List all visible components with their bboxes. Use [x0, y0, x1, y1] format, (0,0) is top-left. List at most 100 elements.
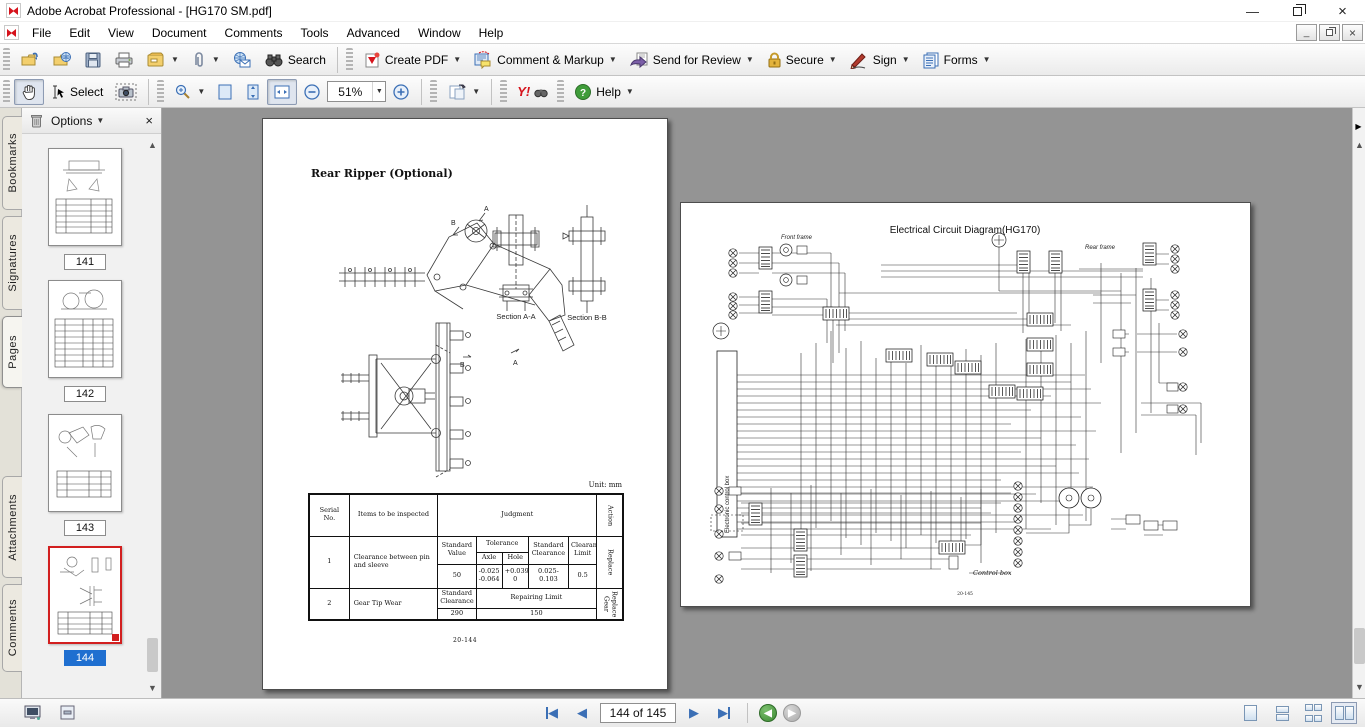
- cell-item-2: Gear Tip Wear: [349, 588, 438, 620]
- zoom-out-button[interactable]: [297, 79, 327, 105]
- document-scrollbar[interactable]: ▶ ▲ ▼: [1352, 108, 1365, 698]
- scroll-thumb[interactable]: [1354, 628, 1365, 664]
- doc-restore-button[interactable]: [1319, 24, 1340, 41]
- fit-height-button[interactable]: [239, 79, 267, 105]
- email-button[interactable]: [226, 47, 258, 73]
- zoom-tool-button[interactable]: ▼: [168, 79, 211, 105]
- yahoo-search-button[interactable]: Y!: [511, 79, 554, 105]
- panel-scroll-down-icon[interactable]: ▼: [146, 681, 159, 694]
- menu-tools[interactable]: Tools: [292, 24, 338, 42]
- zoom-level-combobox[interactable]: 51% ▼: [327, 81, 386, 102]
- document-page-145[interactable]: Electrical Circuit Diagram(HG170) Front …: [680, 202, 1251, 607]
- tab-bookmarks[interactable]: Bookmarks: [2, 116, 22, 210]
- cell-std-clearance-h: Standard Clearance: [528, 536, 568, 564]
- page-number-141[interactable]: 141: [64, 254, 106, 270]
- menu-edit[interactable]: Edit: [60, 24, 99, 42]
- attach-button[interactable]: ▼: [185, 47, 226, 73]
- sign-button[interactable]: Sign ▼: [843, 47, 916, 73]
- page-number-142[interactable]: 142: [64, 386, 106, 402]
- open-button[interactable]: [14, 47, 46, 73]
- menu-view[interactable]: View: [99, 24, 143, 42]
- page-number-field[interactable]: 144 of 145: [600, 703, 676, 723]
- tab-comments[interactable]: Comments: [2, 584, 22, 672]
- toolbar-grip[interactable]: [157, 80, 164, 104]
- thumbnail-art-143: [49, 415, 119, 509]
- zoom-level-caret[interactable]: ▼: [372, 82, 385, 101]
- open-web-button[interactable]: [46, 47, 78, 73]
- page-thumbnail-141[interactable]: [48, 148, 122, 246]
- page-display-button[interactable]: ▼: [441, 79, 486, 105]
- previous-view-button[interactable]: ◀: [759, 704, 777, 722]
- cell-std-clearance-1: 0.025- 0.103: [528, 564, 568, 588]
- create-pdf-button[interactable]: Create PDF ▼: [357, 47, 467, 73]
- panel-scroll-up-icon[interactable]: ▲: [146, 138, 159, 151]
- select-tool-button[interactable]: Select: [44, 79, 109, 105]
- page-thumbnail-144[interactable]: [48, 546, 122, 644]
- continuous-button[interactable]: [1269, 702, 1295, 724]
- page-number-144[interactable]: 144: [64, 650, 106, 666]
- document-page-144[interactable]: Rear Ripper (Optional): [262, 118, 668, 690]
- single-page-button[interactable]: [1237, 702, 1263, 724]
- print-button[interactable]: [108, 47, 140, 73]
- organizer-button[interactable]: ▼: [140, 47, 185, 73]
- help-button[interactable]: ? Help ▼: [568, 79, 640, 105]
- screen-mode-icon[interactable]: [24, 705, 42, 721]
- save-button[interactable]: [78, 47, 108, 73]
- previous-page-button[interactable]: ◀: [570, 703, 594, 723]
- scroll-down-icon[interactable]: ▼: [1353, 680, 1365, 693]
- send-review-button[interactable]: Send for Review ▼: [623, 47, 760, 73]
- menu-bar: File Edit View Document Comments Tools A…: [0, 22, 1365, 44]
- search-button[interactable]: Search: [258, 47, 332, 73]
- document-area[interactable]: Rear Ripper (Optional): [172, 108, 1352, 698]
- last-page-button[interactable]: ▶: [712, 703, 736, 723]
- trash-icon[interactable]: [30, 113, 43, 128]
- toolbar-grip[interactable]: [3, 80, 10, 104]
- window-minimize-button[interactable]: —: [1230, 0, 1275, 22]
- pages-options-button[interactable]: Options▼: [51, 114, 104, 128]
- secure-button[interactable]: Secure ▼: [760, 47, 843, 73]
- document-icon: [4, 25, 19, 40]
- toolbar-grip[interactable]: [500, 80, 507, 104]
- menu-comments[interactable]: Comments: [216, 24, 292, 42]
- menu-help[interactable]: Help: [470, 24, 513, 42]
- page-thumbnail-142[interactable]: [48, 280, 122, 378]
- camera-icon: [115, 83, 137, 101]
- pages-panel-close-button[interactable]: ×: [145, 113, 153, 128]
- toolbar-grip[interactable]: [557, 80, 564, 104]
- window-close-button[interactable]: ×: [1320, 0, 1365, 22]
- right-page-number: 20-145: [957, 591, 973, 597]
- page-size-icon[interactable]: [60, 705, 76, 721]
- menu-document[interactable]: Document: [143, 24, 216, 42]
- forms-button[interactable]: Forms ▼: [916, 47, 997, 73]
- snapshot-button[interactable]: [109, 79, 143, 105]
- scroll-up-icon[interactable]: ▲: [1353, 138, 1365, 151]
- toolbar-grip[interactable]: [3, 48, 10, 72]
- tab-signatures[interactable]: Signatures: [2, 216, 22, 310]
- doc-close-button[interactable]: ×: [1342, 24, 1363, 41]
- panel-reveal-button[interactable]: ▶: [1353, 118, 1364, 134]
- tab-pages[interactable]: Pages: [2, 316, 22, 388]
- hand-tool-button[interactable]: [14, 79, 44, 105]
- page-thumbnail-143[interactable]: [48, 414, 122, 512]
- first-page-button[interactable]: ◀: [540, 703, 564, 723]
- continuous-facing-button[interactable]: [1301, 702, 1325, 724]
- comment-markup-caret: ▼: [609, 55, 617, 64]
- menu-file[interactable]: File: [23, 24, 60, 42]
- comment-markup-button[interactable]: Comment & Markup ▼: [467, 47, 623, 73]
- toolbar-grip[interactable]: [430, 80, 437, 104]
- window-restore-button[interactable]: [1275, 0, 1320, 22]
- tab-attachments[interactable]: Attachments: [2, 476, 22, 578]
- page-number-143[interactable]: 143: [64, 520, 106, 536]
- fit-width-button[interactable]: [267, 79, 297, 105]
- toolbar-grip[interactable]: [346, 48, 353, 72]
- doc-minimize-button[interactable]: _: [1296, 24, 1317, 41]
- menu-advanced[interactable]: Advanced: [338, 24, 409, 42]
- menu-window[interactable]: Window: [409, 24, 470, 42]
- facing-button[interactable]: [1331, 702, 1357, 724]
- panel-scrollbar[interactable]: ▲ ▼: [146, 138, 159, 694]
- fit-page-button[interactable]: [211, 79, 239, 105]
- zoom-in-button[interactable]: [386, 79, 416, 105]
- panel-scroll-thumb[interactable]: [147, 638, 158, 672]
- next-page-button[interactable]: ▶: [682, 703, 706, 723]
- next-view-button[interactable]: ▶: [783, 704, 801, 722]
